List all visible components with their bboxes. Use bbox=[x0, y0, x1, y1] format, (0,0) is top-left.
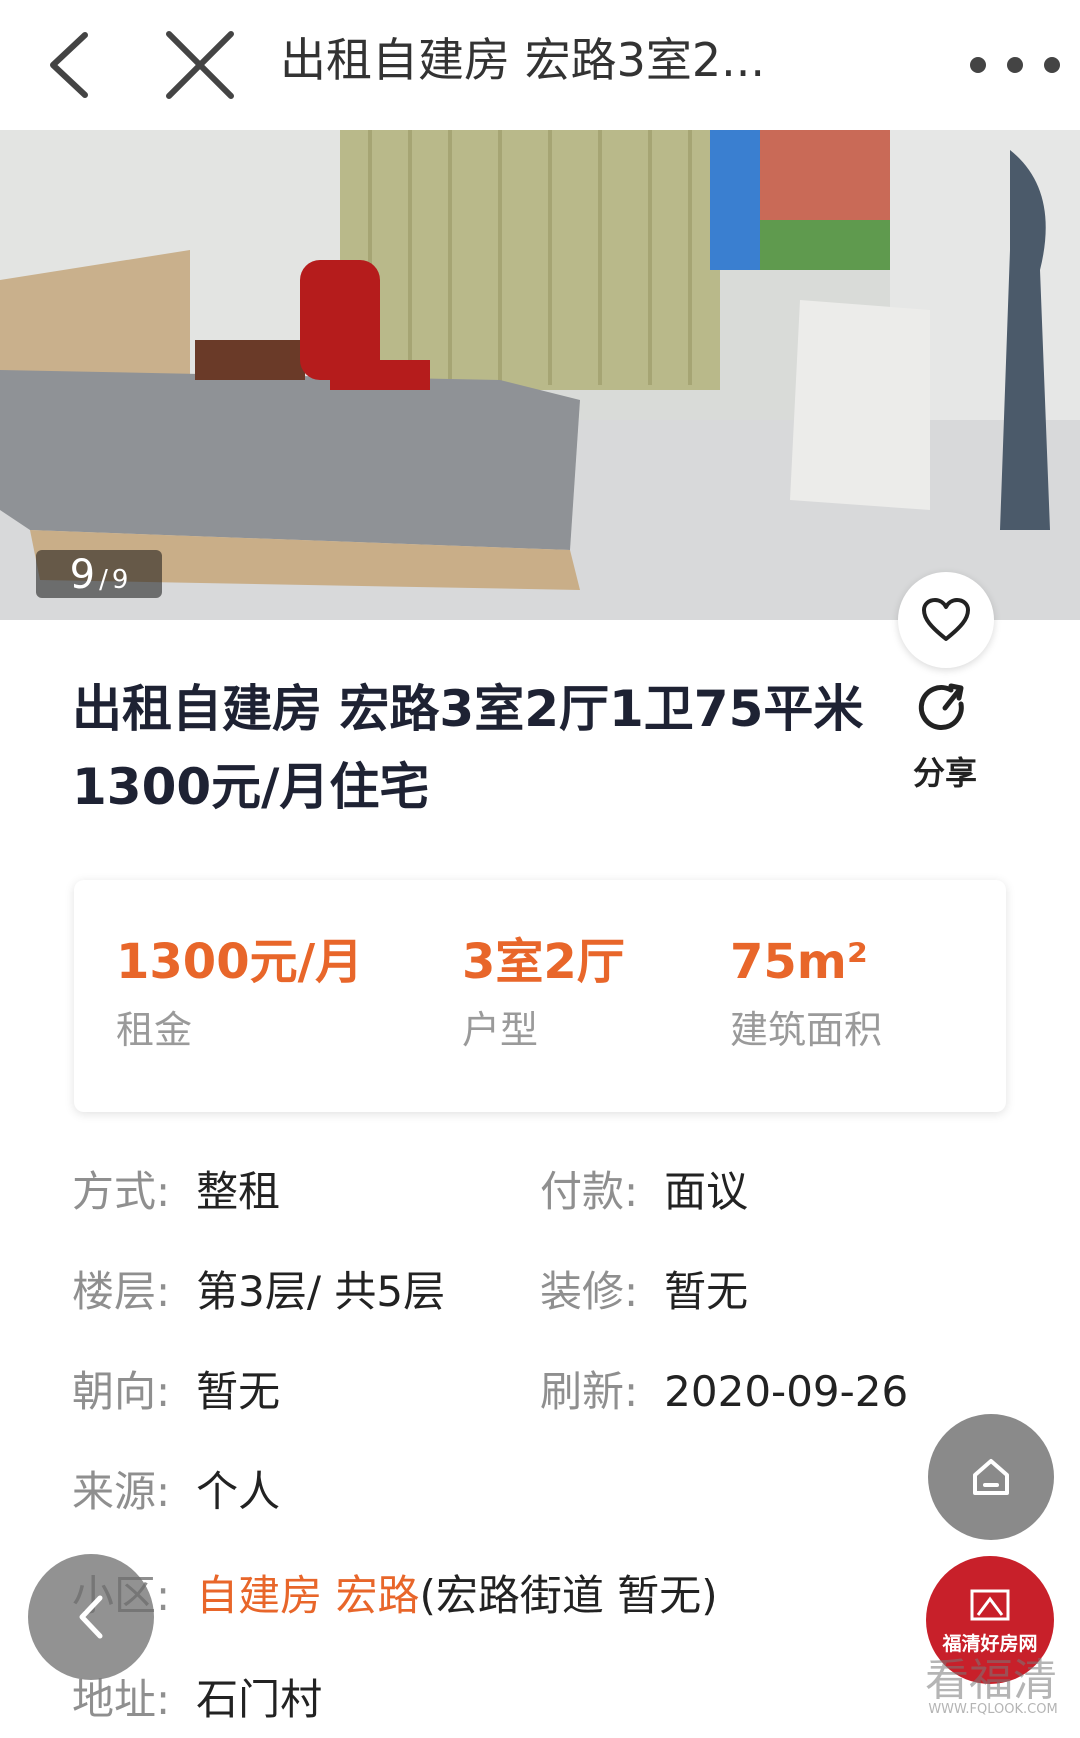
rent-label: 租金 bbox=[116, 1008, 193, 1052]
detail-source: 来源: 个人 bbox=[72, 1464, 280, 1520]
share-label: 分享 bbox=[912, 754, 977, 792]
chevron-left-icon bbox=[79, 1595, 103, 1639]
close-icon bbox=[166, 31, 234, 99]
detail-key: 楼层: bbox=[72, 1267, 171, 1316]
share-button[interactable]: 分享 bbox=[900, 680, 990, 794]
detail-value: 个人 bbox=[196, 1467, 281, 1516]
detail-value: 暂无 bbox=[196, 1367, 281, 1416]
detail-key: 装修: bbox=[540, 1267, 639, 1316]
summary-card: 1300元/月 租金 3室2厅 户型 75m² 建筑面积 bbox=[74, 880, 1006, 1112]
detail-key: 方式: bbox=[72, 1167, 171, 1216]
floating-back-button[interactable] bbox=[28, 1554, 154, 1680]
favorite-button[interactable] bbox=[898, 572, 994, 668]
stat-layout: 3室2厅 户型 bbox=[462, 932, 625, 1056]
stat-area: 75m² 建筑面积 bbox=[730, 932, 882, 1056]
detail-value: 暂无 bbox=[664, 1267, 749, 1316]
photo-counter-separator: / bbox=[99, 565, 108, 595]
detail-value: 整租 bbox=[196, 1167, 281, 1216]
detail-floor: 楼层: 第3层/ 共5层 bbox=[72, 1264, 445, 1320]
photo-counter-total: 9 bbox=[111, 565, 129, 595]
detail-refresh: 刷新: 2020-09-26 bbox=[540, 1364, 908, 1420]
listing-title: 出租自建房 宏路3室2厅1卫75平米1300元/月住宅 bbox=[72, 680, 864, 816]
share-icon bbox=[918, 683, 964, 730]
more-dot bbox=[1007, 57, 1023, 73]
community-link[interactable]: 自建房 宏路 bbox=[196, 1571, 419, 1620]
detail-community: 小区:自建房 宏路(宏路街道 暂无) bbox=[72, 1568, 718, 1624]
layout-value: 3室2厅 bbox=[462, 934, 625, 990]
detail-value: 2020-09-26 bbox=[664, 1367, 909, 1416]
more-dot bbox=[1044, 57, 1060, 73]
home-icon bbox=[973, 1459, 1009, 1495]
detail-key: 朝向: bbox=[72, 1367, 171, 1416]
more-button[interactable] bbox=[970, 40, 1060, 90]
detail-payment: 付款: 面议 bbox=[540, 1164, 748, 1220]
detail-mode: 方式: 整租 bbox=[72, 1164, 280, 1220]
detail-value: 石门村 bbox=[196, 1675, 323, 1724]
photo-counter: 9 / 9 bbox=[36, 550, 162, 598]
logo-text: 福清好房网 bbox=[942, 1632, 1038, 1655]
detail-key: 来源: bbox=[72, 1467, 171, 1516]
home-button[interactable] bbox=[928, 1414, 1054, 1540]
top-bar: 出租自建房 宏路3室2... bbox=[0, 0, 1080, 130]
watermark-url: WWW.FQLOOK.COM bbox=[928, 1702, 1058, 1717]
chevron-left-icon bbox=[50, 32, 88, 98]
detail-key: 付款: bbox=[540, 1167, 639, 1216]
close-button[interactable] bbox=[160, 20, 240, 110]
rent-value: 1300元/月 bbox=[116, 934, 364, 990]
layout-label: 户型 bbox=[462, 1008, 539, 1052]
community-extra: (宏路街道 暂无) bbox=[419, 1571, 718, 1620]
house-logo-icon bbox=[970, 1589, 1010, 1620]
room-photo-illustration bbox=[0, 130, 1080, 620]
stat-rent: 1300元/月 租金 bbox=[116, 932, 363, 1056]
detail-orientation: 朝向: 暂无 bbox=[72, 1364, 280, 1420]
detail-address: 地址: 石门村 bbox=[72, 1672, 322, 1728]
photo-counter-current: 9 bbox=[69, 552, 96, 598]
detail-key: 刷新: bbox=[540, 1367, 639, 1416]
page-title: 出租自建房 宏路3室2... bbox=[280, 33, 766, 87]
heart-icon bbox=[922, 598, 970, 641]
more-horizontal-icon bbox=[970, 57, 986, 73]
detail-decoration: 装修: 暂无 bbox=[540, 1264, 748, 1320]
detail-value: 第3层/ 共5层 bbox=[196, 1267, 446, 1316]
listing-photo[interactable] bbox=[0, 130, 1080, 620]
area-value: 75m² bbox=[730, 934, 868, 990]
back-button[interactable] bbox=[30, 20, 110, 110]
area-label: 建筑面积 bbox=[730, 1008, 883, 1052]
detail-value: 面议 bbox=[664, 1167, 749, 1216]
watermark: 看福清 bbox=[925, 1655, 1057, 1706]
detail-key: 地址: bbox=[72, 1675, 171, 1724]
